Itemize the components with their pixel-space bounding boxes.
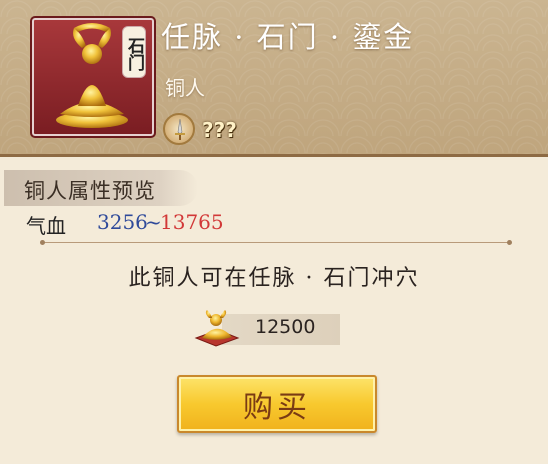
item-portrait: 石门: [30, 16, 156, 138]
stat-name: 气血: [26, 214, 66, 238]
divider: [40, 240, 512, 245]
section-tab-label: 铜人属性预览: [24, 179, 156, 203]
badge-value: ???: [202, 118, 237, 142]
sword-badge-icon[interactable]: [163, 113, 195, 145]
gold-statue-price-icon: [194, 310, 240, 347]
item-description: 此铜人可在任脉 · 石门冲穴: [128, 266, 420, 291]
attributes-panel: 铜人属性预览 气血 3256 ~ 13765 此铜人可在任脉 · 石门冲穴 12…: [0, 160, 548, 464]
buy-button-label: 购买: [243, 390, 311, 425]
item-title: 任脉 · 石门 · 鎏金: [161, 20, 415, 54]
section-tab: 铜人属性预览: [4, 170, 198, 206]
portrait-tag: 石门: [122, 26, 146, 78]
item-header: 石门 任脉 · 石门 · 鎏金 铜人 ???: [0, 0, 548, 157]
price-amount: 12500: [255, 316, 316, 338]
stat-low-value: 3256: [97, 210, 148, 234]
stat-high-value: 13765: [160, 210, 224, 234]
item-subtitle: 铜人: [165, 76, 205, 100]
buy-button[interactable]: 购买: [177, 375, 377, 433]
